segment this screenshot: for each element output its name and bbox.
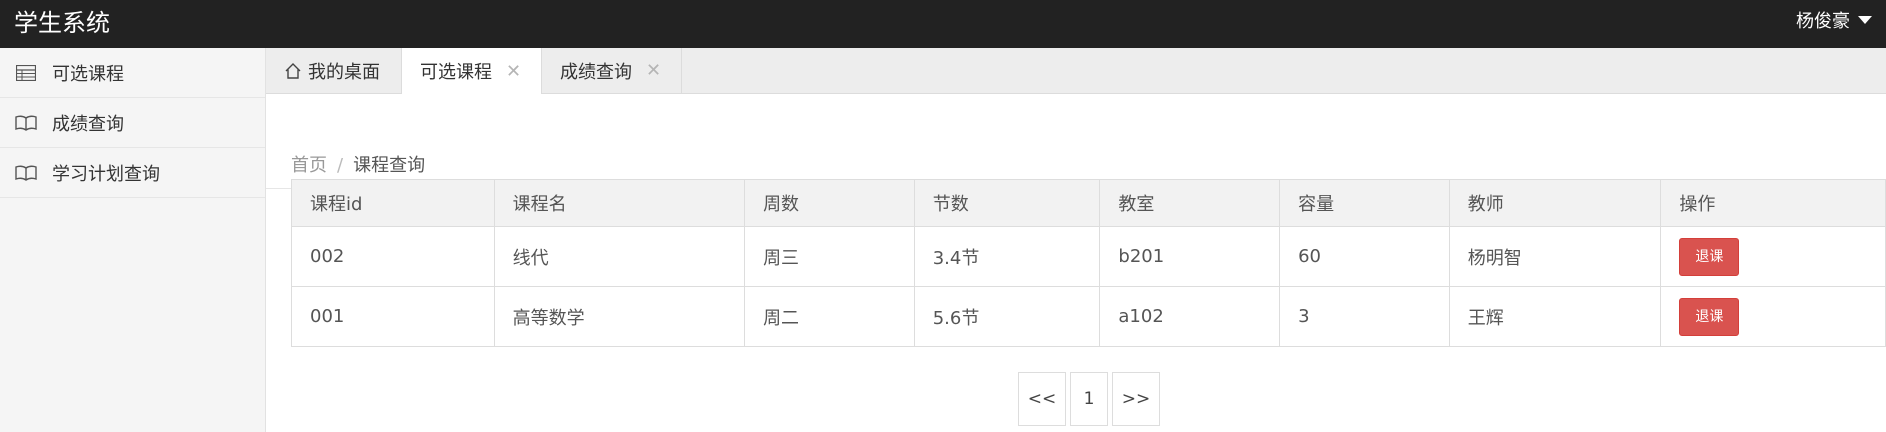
page-next-button[interactable]: >> — [1112, 372, 1160, 426]
cell-course-name: 线代 — [493, 226, 746, 287]
book-icon — [15, 162, 37, 184]
page-prev-button[interactable]: << — [1018, 372, 1066, 426]
sidebar-item-grades[interactable]: 成绩查询 — [0, 98, 265, 148]
table-list-icon — [15, 62, 37, 84]
user-menu[interactable]: 杨俊豪 — [1796, 7, 1872, 33]
cell-capacity: 60 — [1279, 226, 1450, 287]
tab-label: 我的桌面 — [308, 61, 380, 83]
cell-section: 5.6节 — [913, 286, 1101, 347]
cell-teacher: 王辉 — [1448, 286, 1662, 347]
cell-course-name: 高等数学 — [493, 286, 746, 347]
cell-action: 退课 — [1660, 226, 1886, 287]
column-header: 教室 — [1099, 179, 1281, 227]
cell-action: 退课 — [1660, 286, 1886, 347]
user-name: 杨俊豪 — [1796, 11, 1850, 32]
close-icon[interactable]: ✕ — [646, 60, 661, 81]
cell-room: b201 — [1099, 226, 1281, 287]
sidebar-item-label: 可选课程 — [52, 63, 124, 85]
table-row: 002 线代 周三 3.4节 b201 60 杨明智 退课 — [291, 226, 1886, 287]
breadcrumb-separator: / — [337, 155, 344, 176]
breadcrumb-current: 课程查询 — [353, 155, 426, 176]
top-navbar: 学生系统 杨俊豪 — [0, 0, 1886, 48]
sidebar-item-label: 学习计划查询 — [52, 163, 160, 185]
drop-course-button[interactable]: 退课 — [1679, 237, 1740, 276]
breadcrumb: 首页 / 课程查询 — [266, 94, 1886, 189]
tab-optional-courses[interactable]: 可选课程 ✕ — [402, 48, 542, 94]
column-header: 容量 — [1279, 179, 1450, 227]
cell-section: 3.4节 — [913, 226, 1101, 287]
breadcrumb-trail: 首页 / 课程查询 — [291, 151, 425, 177]
column-header: 节数 — [913, 179, 1101, 227]
cell-course-id: 001 — [291, 286, 495, 347]
cell-week: 周二 — [744, 286, 915, 347]
tab-grades[interactable]: 成绩查询 ✕ — [542, 48, 682, 93]
tab-label: 可选课程 — [420, 62, 492, 83]
tab-bar: 我的桌面 可选课程 ✕ 成绩查询 ✕ — [266, 48, 1886, 94]
home-icon — [284, 62, 302, 80]
column-header: 课程id — [291, 179, 495, 227]
sidebar-item-optional-courses[interactable]: 可选课程 — [0, 48, 265, 98]
cell-room: a102 — [1099, 286, 1281, 347]
course-table: 课程id 课程名 周数 节数 教室 容量 教师 操作 002 线代 周三 3.4… — [291, 179, 1886, 347]
pagination: << 1 >> — [1018, 372, 1164, 426]
app-brand[interactable]: 学生系统 — [14, 3, 110, 38]
cell-teacher: 杨明智 — [1448, 226, 1662, 287]
column-header: 教师 — [1448, 179, 1662, 227]
column-header: 课程名 — [493, 179, 746, 227]
sidebar-item-study-plan[interactable]: 学习计划查询 — [0, 148, 265, 198]
cell-course-id: 002 — [291, 226, 495, 287]
cell-week: 周三 — [744, 226, 915, 287]
sidebar: 可选课程 成绩查询 学习计划查询 — [0, 48, 266, 432]
breadcrumb-home[interactable]: 首页 — [291, 155, 327, 176]
book-icon — [15, 112, 37, 134]
drop-course-button[interactable]: 退课 — [1679, 297, 1740, 336]
close-icon[interactable]: ✕ — [506, 61, 521, 82]
table-header-row: 课程id 课程名 周数 节数 教室 容量 教师 操作 — [291, 179, 1886, 227]
table-row: 001 高等数学 周二 5.6节 a102 3 王辉 退课 — [291, 286, 1886, 347]
tab-desktop[interactable]: 我的桌面 — [266, 48, 402, 93]
page-number-button[interactable]: 1 — [1070, 372, 1108, 426]
sidebar-item-label: 成绩查询 — [52, 113, 124, 135]
cell-capacity: 3 — [1279, 286, 1450, 347]
column-header: 操作 — [1660, 179, 1886, 227]
caret-down-icon — [1858, 16, 1872, 24]
tab-label: 成绩查询 — [560, 61, 632, 83]
column-header: 周数 — [744, 179, 915, 227]
